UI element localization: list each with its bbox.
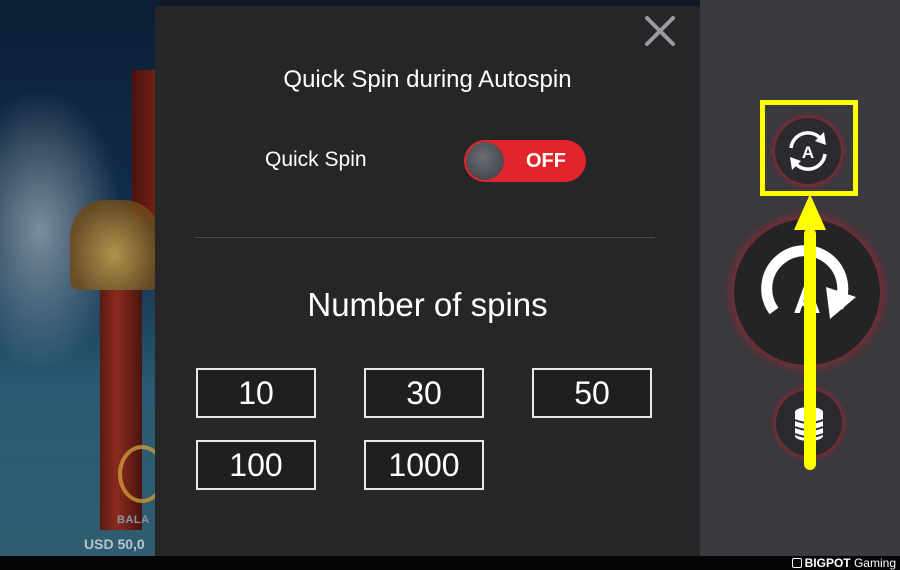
toggle-state-label: OFF — [526, 150, 566, 172]
gold-ornament — [118, 445, 160, 503]
svg-text:A: A — [802, 143, 814, 162]
brand-logo: BIGPOT Gaming — [791, 556, 896, 570]
brand-name-rest: Gaming — [850, 556, 896, 570]
spins-option-100[interactable]: 100 — [196, 440, 316, 490]
game-background — [0, 0, 160, 556]
bet-button[interactable] — [776, 390, 842, 456]
section-divider — [195, 237, 655, 238]
spins-option-1000[interactable]: 1000 — [364, 440, 484, 490]
spin-icon: A — [761, 245, 856, 322]
spins-option-10[interactable]: 10 — [196, 368, 316, 418]
autospin-icon: A — [789, 131, 827, 171]
number-of-spins-title: Number of spins — [307, 286, 548, 323]
quick-spin-label: Quick Spin — [265, 148, 367, 171]
close-icon — [645, 16, 675, 46]
spins-option-30[interactable]: 30 — [364, 368, 484, 418]
modal-title: Quick Spin during Autospin — [283, 66, 572, 93]
autospin-button[interactable]: A — [775, 118, 841, 184]
temple-roof-ornament — [70, 200, 160, 290]
spin-button[interactable]: A — [734, 219, 880, 365]
balance-label: BALA — [117, 514, 150, 526]
footer-bar — [0, 556, 900, 570]
svg-text:A: A — [793, 280, 820, 322]
close-button[interactable] — [643, 14, 677, 48]
coin-stack-icon — [794, 407, 824, 441]
spins-option-50[interactable]: 50 — [532, 368, 652, 418]
balance-value: USD 50,0 — [84, 536, 145, 552]
brand-icon — [791, 558, 802, 568]
brand-name-bold: BIGPOT — [804, 556, 851, 570]
quick-spin-toggle[interactable]: OFF — [464, 140, 586, 182]
toggle-knob — [466, 142, 504, 180]
